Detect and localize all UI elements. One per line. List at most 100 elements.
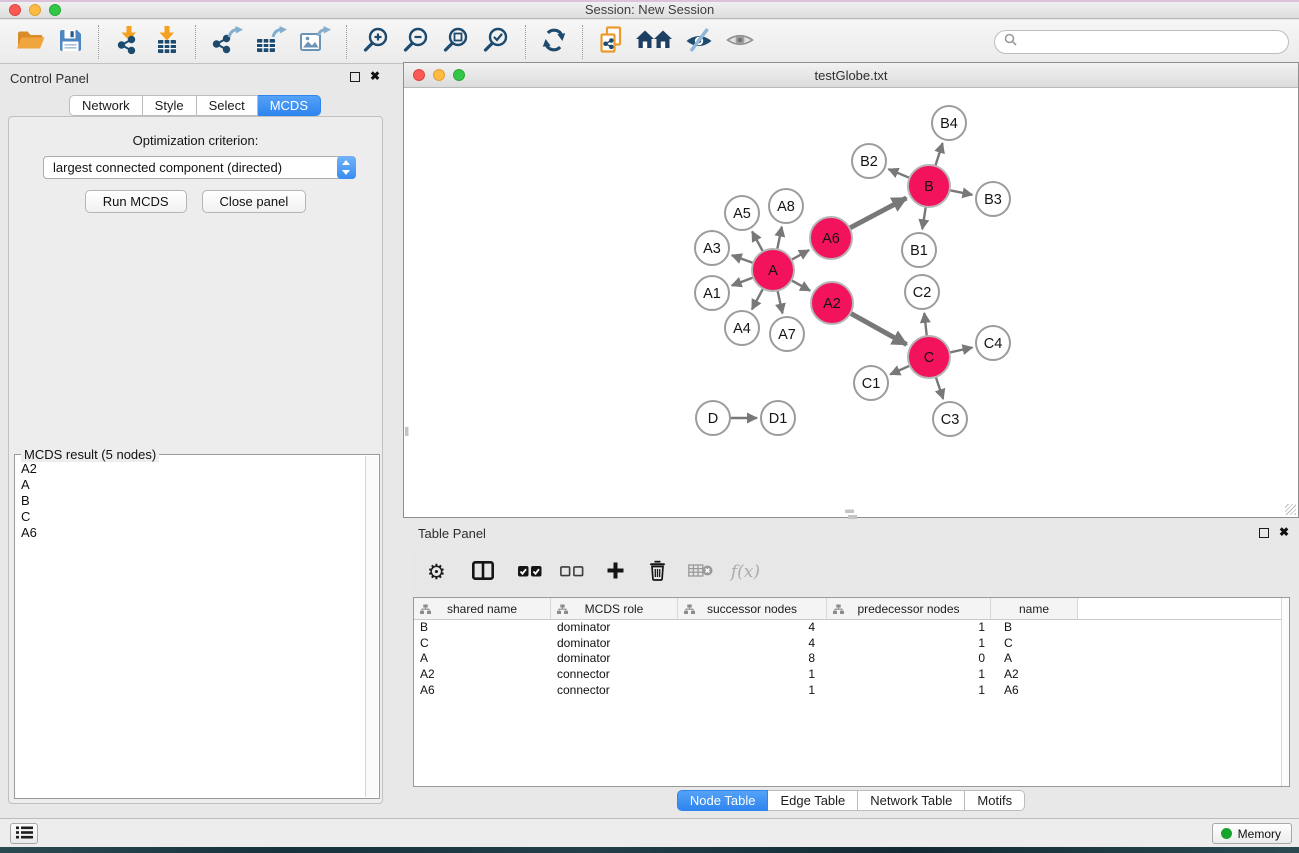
maximize-window-button[interactable] <box>49 4 61 16</box>
node-A[interactable]: A <box>752 249 794 291</box>
refresh-layout-button[interactable] <box>541 24 567 60</box>
edge-A-A4[interactable] <box>752 287 764 310</box>
task-history-button[interactable] <box>10 823 38 844</box>
horizontal-splitter-handle[interactable] <box>848 515 857 519</box>
float-table-panel-icon[interactable] <box>1259 528 1269 538</box>
zoom-in-button[interactable] <box>362 24 390 60</box>
node-D1[interactable]: D1 <box>761 401 795 435</box>
function-builder-button[interactable]: f(x) <box>731 562 760 582</box>
node-B4[interactable]: B4 <box>932 106 966 140</box>
edge-A-A8[interactable] <box>777 227 782 252</box>
save-session-button[interactable] <box>58 24 83 60</box>
node-C3[interactable]: C3 <box>933 402 967 436</box>
network-maximize-button[interactable] <box>453 69 465 81</box>
node-A6[interactable]: A6 <box>810 217 852 259</box>
table-row[interactable]: A6connector11A6 <box>414 683 1289 699</box>
float-panel-icon[interactable] <box>350 72 360 82</box>
node-D[interactable]: D <box>696 401 730 435</box>
tab-edge-table[interactable]: Edge Table <box>768 790 858 811</box>
edge-C-C3[interactable] <box>935 375 943 399</box>
tab-mcds[interactable]: MCDS <box>258 95 321 116</box>
memory-button[interactable]: Memory <box>1212 823 1292 844</box>
node-A3[interactable]: A3 <box>695 231 729 265</box>
network-minimize-button[interactable] <box>433 69 445 81</box>
zoom-out-button[interactable] <box>402 24 430 60</box>
node-C4[interactable]: C4 <box>976 326 1010 360</box>
zoom-fit-button[interactable] <box>442 24 470 60</box>
node-C[interactable]: C <box>908 336 950 378</box>
export-table-button[interactable] <box>255 24 287 60</box>
node-C2[interactable]: C2 <box>905 275 939 309</box>
hide-view-button[interactable] <box>684 24 714 60</box>
duplicate-network-button[interactable] <box>598 24 624 60</box>
close-panel-icon[interactable]: ✖ <box>370 71 380 82</box>
show-view-button[interactable] <box>726 24 754 60</box>
edge-B-B2[interactable] <box>889 169 912 179</box>
edge-A-A5[interactable] <box>752 232 764 254</box>
close-window-button[interactable] <box>9 4 21 16</box>
open-file-button[interactable] <box>16 24 46 60</box>
run-mcds-button[interactable]: Run MCDS <box>85 190 187 213</box>
tab-network[interactable]: Network <box>69 95 143 116</box>
result-item[interactable]: A <box>21 477 379 493</box>
toggle-columns-button[interactable] <box>472 561 494 583</box>
column-header-name[interactable]: name <box>991 598 1078 619</box>
column-header-mcds-role[interactable]: MCDS role <box>551 598 678 619</box>
edge-B-B1[interactable] <box>922 205 926 229</box>
tab-motifs[interactable]: Motifs <box>965 790 1025 811</box>
minimize-window-button[interactable] <box>29 4 41 16</box>
edge-A-A3[interactable] <box>732 255 755 263</box>
column-header-predecessor-nodes[interactable]: predecessor nodes <box>827 598 991 619</box>
node-A7[interactable]: A7 <box>770 317 804 351</box>
criterion-dropdown[interactable]: largest connected component (directed) <box>43 156 356 179</box>
export-image-button[interactable] <box>299 24 331 60</box>
canvas-scroll-indicator[interactable] <box>845 510 854 514</box>
select-all-columns-button[interactable] <box>518 565 542 580</box>
table-row[interactable]: Adominator80A <box>414 651 1289 667</box>
edge-A-A1[interactable] <box>732 277 756 286</box>
result-item[interactable]: A6 <box>21 525 379 541</box>
edge-A-A2[interactable] <box>790 279 811 290</box>
result-item[interactable]: C <box>21 509 379 525</box>
edge-C-C1[interactable] <box>890 365 911 375</box>
node-A5[interactable]: A5 <box>725 196 759 230</box>
add-column-button[interactable] <box>606 561 625 583</box>
node-A8[interactable]: A8 <box>769 189 803 223</box>
table-row[interactable]: Cdominator41C <box>414 636 1289 652</box>
result-item[interactable]: A2 <box>21 461 379 477</box>
edge-C-C2[interactable] <box>924 313 927 338</box>
table-scrollbar[interactable] <box>1281 598 1289 786</box>
delete-table-button[interactable] <box>688 563 713 581</box>
column-header-successor-nodes[interactable]: successor nodes <box>678 598 827 619</box>
node-C1[interactable]: C1 <box>854 366 888 400</box>
close-panel-button[interactable]: Close panel <box>202 190 307 213</box>
search-input[interactable] <box>1023 33 1279 50</box>
network-canvas[interactable]: AA1A2A3A4A5A6A7A8BB1B2B3B4CC1C2C3C4DD1 <box>405 89 1297 516</box>
node-B[interactable]: B <box>908 165 950 207</box>
table-row[interactable]: A2connector11A2 <box>414 667 1289 683</box>
network-close-button[interactable] <box>413 69 425 81</box>
node-B2[interactable]: B2 <box>852 144 886 178</box>
close-table-panel-icon[interactable]: ✖ <box>1279 527 1289 538</box>
import-network-button[interactable] <box>114 24 142 60</box>
node-B1[interactable]: B1 <box>902 233 936 267</box>
edge-A-A7[interactable] <box>777 289 782 314</box>
network-graph[interactable]: AA1A2A3A4A5A6A7A8BB1B2B3B4CC1C2C3C4DD1 <box>405 89 1297 516</box>
edge-B-B4[interactable] <box>935 143 943 168</box>
result-item[interactable]: B <box>21 493 379 509</box>
home-views-button[interactable] <box>636 24 672 60</box>
delete-column-button[interactable] <box>649 560 666 585</box>
column-header-shared-name[interactable]: shared name <box>414 598 551 619</box>
edge-A2-C[interactable] <box>849 312 907 344</box>
node-A2[interactable]: A2 <box>811 282 853 324</box>
resize-grip[interactable] <box>1285 504 1296 515</box>
node-A1[interactable]: A1 <box>695 276 729 310</box>
node-A4[interactable]: A4 <box>725 311 759 345</box>
tab-network-table[interactable]: Network Table <box>858 790 965 811</box>
table-row[interactable]: Bdominator41B <box>414 620 1289 636</box>
search-box[interactable] <box>994 30 1289 54</box>
import-table-button[interactable] <box>154 24 180 60</box>
tab-style[interactable]: Style <box>143 95 197 116</box>
canvas-scroll-indicator[interactable] <box>405 427 409 436</box>
zoom-selected-button[interactable] <box>482 24 510 60</box>
